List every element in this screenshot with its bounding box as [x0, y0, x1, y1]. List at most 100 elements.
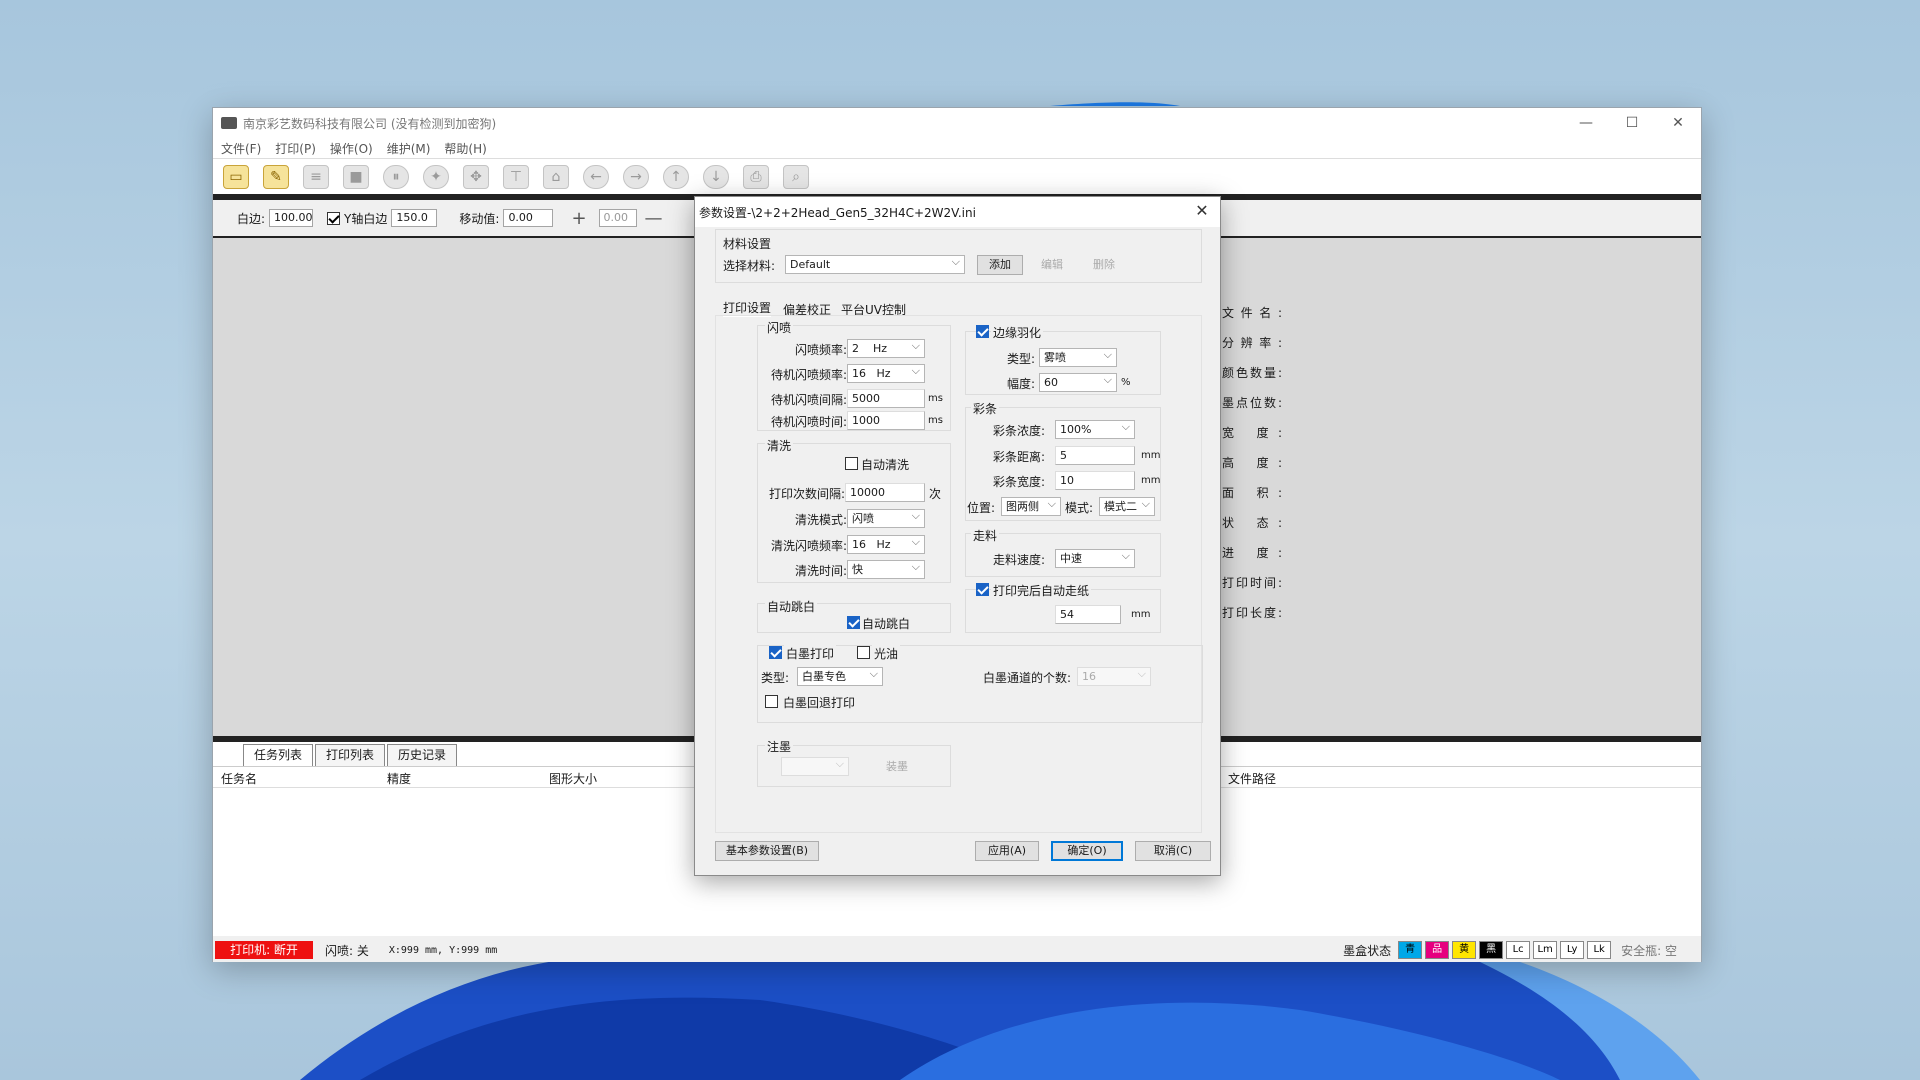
up-button[interactable]: ↑: [659, 162, 693, 192]
clean-mode-select[interactable]: 闪喷: [847, 508, 925, 528]
printer-button[interactable]: ⎙: [739, 162, 773, 192]
idle-interval-input[interactable]: 5000: [847, 389, 925, 408]
menu-file[interactable]: 文件(F): [221, 140, 261, 157]
ink-status-label: 墨盒状态: [1343, 943, 1392, 958]
white-print-checkbox[interactable]: [769, 646, 782, 659]
colorbar-distance-label: 彩条距离:: [992, 450, 1045, 464]
flash-freq-select[interactable]: 2 Hz: [847, 338, 925, 358]
auto-clean-checkbox[interactable]: [845, 457, 858, 470]
colorbar-mode-label: 模式:: [1065, 501, 1094, 515]
material-select[interactable]: Default: [785, 254, 965, 274]
menu-print[interactable]: 打印(P): [275, 140, 316, 157]
colorbar-density-label: 彩条浓度:: [992, 424, 1045, 438]
info-filename: 文件名:: [1222, 306, 1282, 320]
pause-button[interactable]: ⏸: [379, 162, 413, 192]
y-margin-input[interactable]: 150.0: [391, 209, 438, 227]
menu-help[interactable]: 帮助(H): [444, 140, 486, 157]
dialog-title-bar: 参数设置-\2+2+2Head_Gen5_32H4C+2W2V.ini ✕: [695, 197, 1220, 227]
varnish-label: 光油: [872, 645, 901, 662]
move-input[interactable]: 0.00: [503, 209, 554, 227]
maximize-icon[interactable]: ☐: [1609, 108, 1655, 138]
auto-feed-input[interactable]: 54: [1055, 605, 1121, 624]
idle-freq-label: 待机闪喷频率:: [770, 368, 847, 382]
minus-icon[interactable]: —: [645, 208, 663, 229]
white-type-select[interactable]: 白墨专色: [797, 666, 883, 686]
zoom-icon: ⌕: [783, 164, 809, 189]
menu-operate[interactable]: 操作(O): [330, 140, 373, 157]
down-button[interactable]: ↓: [699, 162, 733, 192]
stop-button[interactable]: ■: [339, 162, 373, 192]
col-task-name[interactable]: 任务名: [221, 770, 257, 787]
col-image-size[interactable]: 图形大小: [549, 770, 597, 787]
y-margin-checkbox[interactable]: [327, 211, 341, 225]
feather-amp-select[interactable]: 60: [1039, 372, 1117, 392]
colorbar-width-input[interactable]: 10: [1055, 471, 1135, 490]
ink-fill-select[interactable]: [781, 756, 849, 776]
colorbar-density-select[interactable]: 100%: [1055, 419, 1135, 439]
feather-checkbox[interactable]: [976, 325, 989, 338]
white-rollback-checkbox[interactable]: [765, 695, 778, 708]
home-button[interactable]: ⌂: [539, 162, 573, 192]
safety-status: 安全瓶: 空: [1621, 943, 1677, 958]
measure-button[interactable]: ⊤: [499, 162, 533, 192]
clean-time-label: 清洗时间:: [794, 564, 847, 578]
col-precision[interactable]: 精度: [387, 770, 411, 787]
idle-freq-select[interactable]: 16 Hz: [847, 363, 925, 383]
tab-print-list[interactable]: 打印列表: [315, 744, 386, 766]
basic-settings-button[interactable]: 基本参数设置(B): [715, 841, 819, 861]
right-arrow-icon: →: [623, 164, 649, 189]
tab-task-list[interactable]: 任务列表: [243, 744, 314, 766]
colorbar-position-label: 位置:: [967, 501, 996, 515]
toolbar: ▭ ✎ ≡ ■ ⏸ ✦ ✥ ⊤ ⌂ ← → ↑ ↓ ⎙ ⌕: [213, 158, 1701, 194]
open-folder-button[interactable]: ▭: [219, 162, 253, 192]
info-resolution: 分辨率:: [1222, 336, 1282, 350]
clean-freq-select[interactable]: 16 Hz: [847, 534, 925, 554]
clean-mode-label: 清洗模式:: [794, 513, 847, 527]
idle-time-input[interactable]: 1000: [847, 411, 925, 430]
dialog-close-icon[interactable]: ✕: [1190, 201, 1214, 223]
ok-button[interactable]: 确定(O): [1051, 841, 1123, 861]
feather-type-select[interactable]: 雾喷: [1039, 347, 1117, 367]
info-dot-bits: 墨点位数:: [1222, 396, 1282, 410]
status-bar: 打印机: 断开 闪喷: 关 X:999 mm, Y:999 mm 墨盒状态 青品…: [213, 938, 1701, 962]
ink-box: Lm: [1533, 941, 1558, 959]
margin-input[interactable]: 100.00: [269, 209, 314, 227]
ink-box: 黄: [1452, 941, 1477, 959]
apply-button[interactable]: 应用(A): [975, 841, 1039, 861]
right-button[interactable]: →: [619, 162, 653, 192]
move-button[interactable]: ✥: [459, 162, 493, 192]
zoom-button[interactable]: ⌕: [779, 162, 813, 192]
delete-button[interactable]: 删除: [1081, 255, 1127, 275]
app-icon: [221, 117, 237, 129]
colorbar-position-select[interactable]: 图两侧: [1001, 496, 1061, 516]
tab-history[interactable]: 历史记录: [387, 744, 458, 766]
down-arrow-icon: ↓: [703, 164, 729, 189]
settings-button[interactable]: ✦: [419, 162, 453, 192]
idle-time-label: 待机闪喷时间:: [770, 415, 847, 429]
step-input[interactable]: 0.00: [598, 209, 637, 227]
white-channels-select[interactable]: 16: [1077, 666, 1151, 686]
close-icon[interactable]: ✕: [1655, 108, 1701, 138]
col-file-path[interactable]: 文件路径: [1228, 770, 1276, 787]
ink-fill-button[interactable]: 装墨: [865, 757, 929, 777]
left-button[interactable]: ←: [579, 162, 613, 192]
clean-time-select[interactable]: 快: [847, 559, 925, 579]
menu-maintain[interactable]: 维护(M): [387, 140, 431, 157]
feed-speed-select[interactable]: 中速: [1055, 548, 1135, 568]
load-image-button[interactable]: ✎: [259, 162, 293, 192]
cancel-button[interactable]: 取消(C): [1135, 841, 1211, 861]
edit-button[interactable]: 编辑: [1029, 255, 1075, 275]
varnish-checkbox[interactable]: [857, 646, 870, 659]
move-icon: ✥: [463, 164, 489, 189]
ms-unit: ms: [928, 393, 943, 404]
add-button[interactable]: 添加: [977, 255, 1023, 275]
plus-icon[interactable]: +: [571, 208, 586, 229]
auto-feed-checkbox[interactable]: [976, 583, 989, 596]
colorbar-mode-select[interactable]: 模式二: [1099, 496, 1155, 516]
auto-jump-checkbox[interactable]: [847, 616, 860, 629]
minimize-icon[interactable]: —: [1563, 108, 1609, 138]
print-queue-button[interactable]: ≡: [299, 162, 333, 192]
colorbar-distance-input[interactable]: 5: [1055, 446, 1135, 465]
clean-count-input[interactable]: 10000: [845, 483, 925, 502]
info-height: 高 度:: [1222, 456, 1282, 470]
